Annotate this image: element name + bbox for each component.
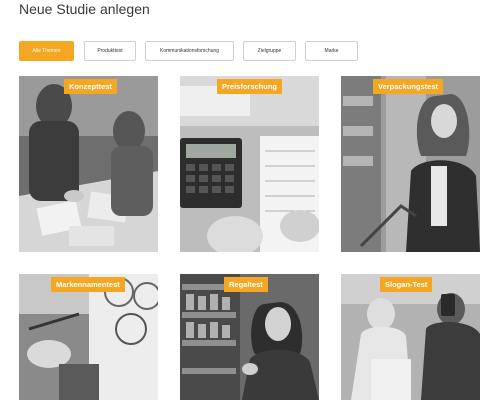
study-card-preisforschung[interactable]: Preisforschung [180, 76, 319, 252]
price-calculator-photo [180, 76, 319, 252]
study-card-markennamentest[interactable]: Markennamentest [19, 274, 158, 400]
filter-chip-kommunikationsforschung[interactable]: Kommunikationsforschung [145, 41, 234, 61]
study-card-label: Slogan-Test [380, 277, 433, 292]
study-card-slogan-test[interactable]: Slogan-Test [341, 274, 480, 400]
filter-chip-produkttest[interactable]: Produkttest [84, 41, 136, 61]
concept-meeting-photo [19, 76, 158, 252]
filter-chip-zielgruppe[interactable]: Zielgruppe [243, 41, 296, 61]
study-card-label: Preisforschung [217, 79, 283, 94]
filter-chip-marke[interactable]: Marke [305, 41, 358, 61]
study-card-label: Konzepttest [64, 79, 117, 94]
brand-stamps-photo [19, 274, 158, 400]
filter-chip-alle-themen[interactable]: Alle Themen [19, 41, 74, 61]
shelf-woman-photo [180, 274, 319, 400]
study-card-verpackungstest[interactable]: Verpackungstest [341, 76, 480, 252]
study-card-regaltest[interactable]: Regaltest [180, 274, 319, 400]
study-card-label: Verpackungstest [373, 79, 444, 94]
page-title: Neue Studie anlegen [19, 1, 150, 17]
study-card-label: Markennamentest [51, 277, 125, 292]
study-card-label: Regaltest [224, 277, 268, 292]
study-card-konzepttest[interactable]: Konzepttest [19, 76, 158, 252]
shopping-woman-photo [341, 76, 480, 252]
friends-phone-photo [341, 274, 480, 400]
filter-bar: Alle Themen Produkttest Kommunikationsfo… [0, 41, 495, 62]
